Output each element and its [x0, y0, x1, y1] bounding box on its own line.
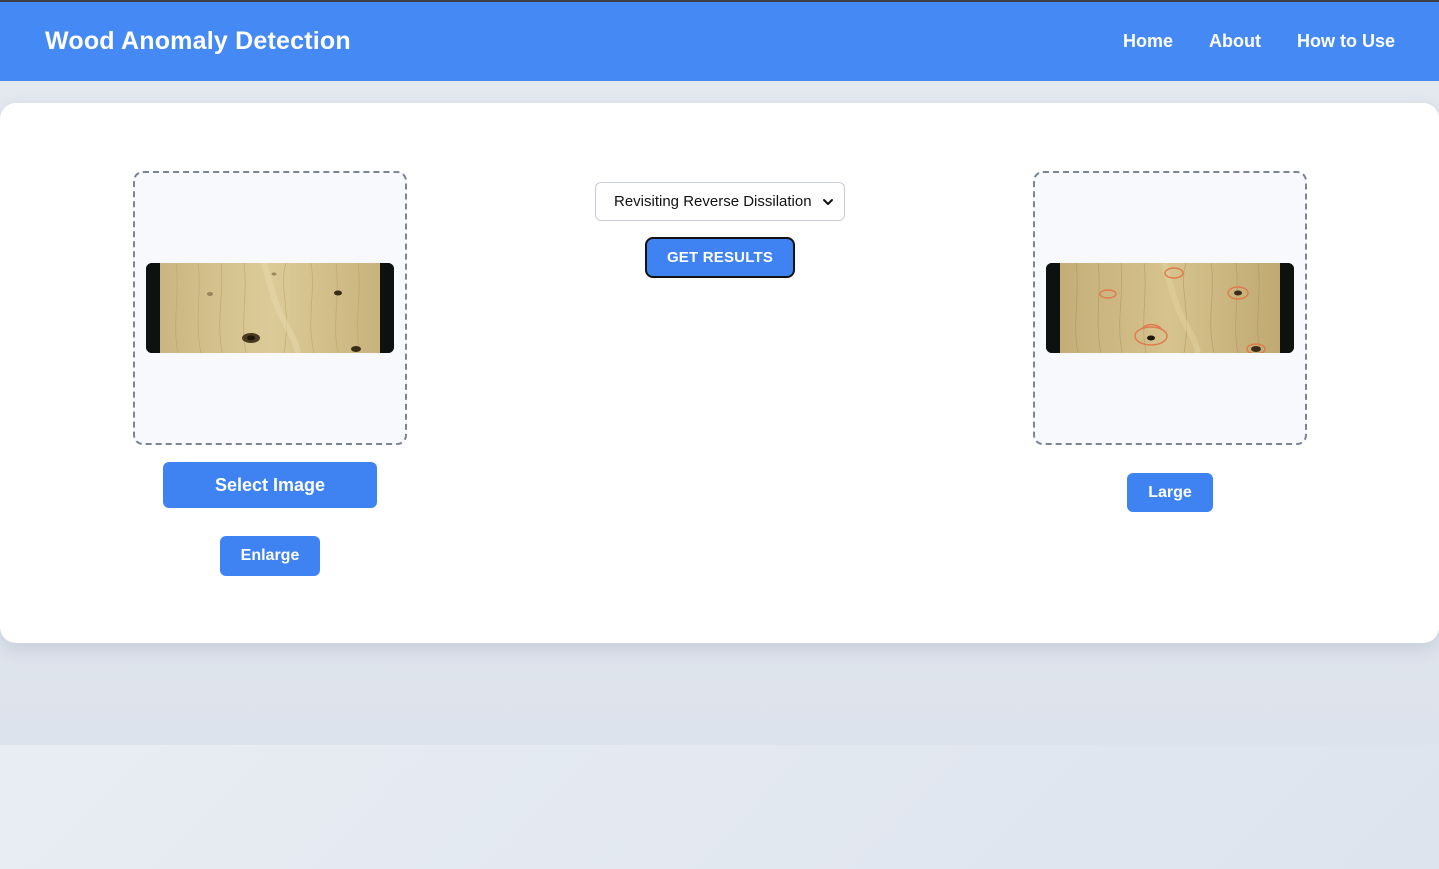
nav-link-about[interactable]: About — [1209, 31, 1261, 52]
nav-links: Home About How to Use — [1123, 31, 1395, 52]
navbar: Wood Anomaly Detection Home About How to… — [0, 2, 1439, 81]
select-image-button[interactable]: Select Image — [163, 462, 377, 508]
result-image-panel — [1033, 171, 1307, 445]
chevron-down-icon — [823, 198, 833, 205]
nav-link-how-to-use[interactable]: How to Use — [1297, 31, 1395, 52]
enlarge-button[interactable]: Enlarge — [220, 536, 320, 576]
result-wood-image — [1046, 263, 1294, 353]
brand-title: Wood Anomaly Detection — [45, 27, 351, 55]
large-button[interactable]: Large — [1127, 473, 1213, 512]
input-image-dropzone[interactable] — [133, 171, 407, 445]
nav-link-home[interactable]: Home — [1123, 31, 1173, 52]
get-results-button[interactable]: GET RESULTS — [645, 237, 795, 278]
input-wood-image — [146, 263, 394, 353]
model-select-value: Revisiting Reverse Dissilation — [614, 193, 812, 210]
model-select[interactable]: Revisiting Reverse Dissilation — [595, 182, 845, 221]
